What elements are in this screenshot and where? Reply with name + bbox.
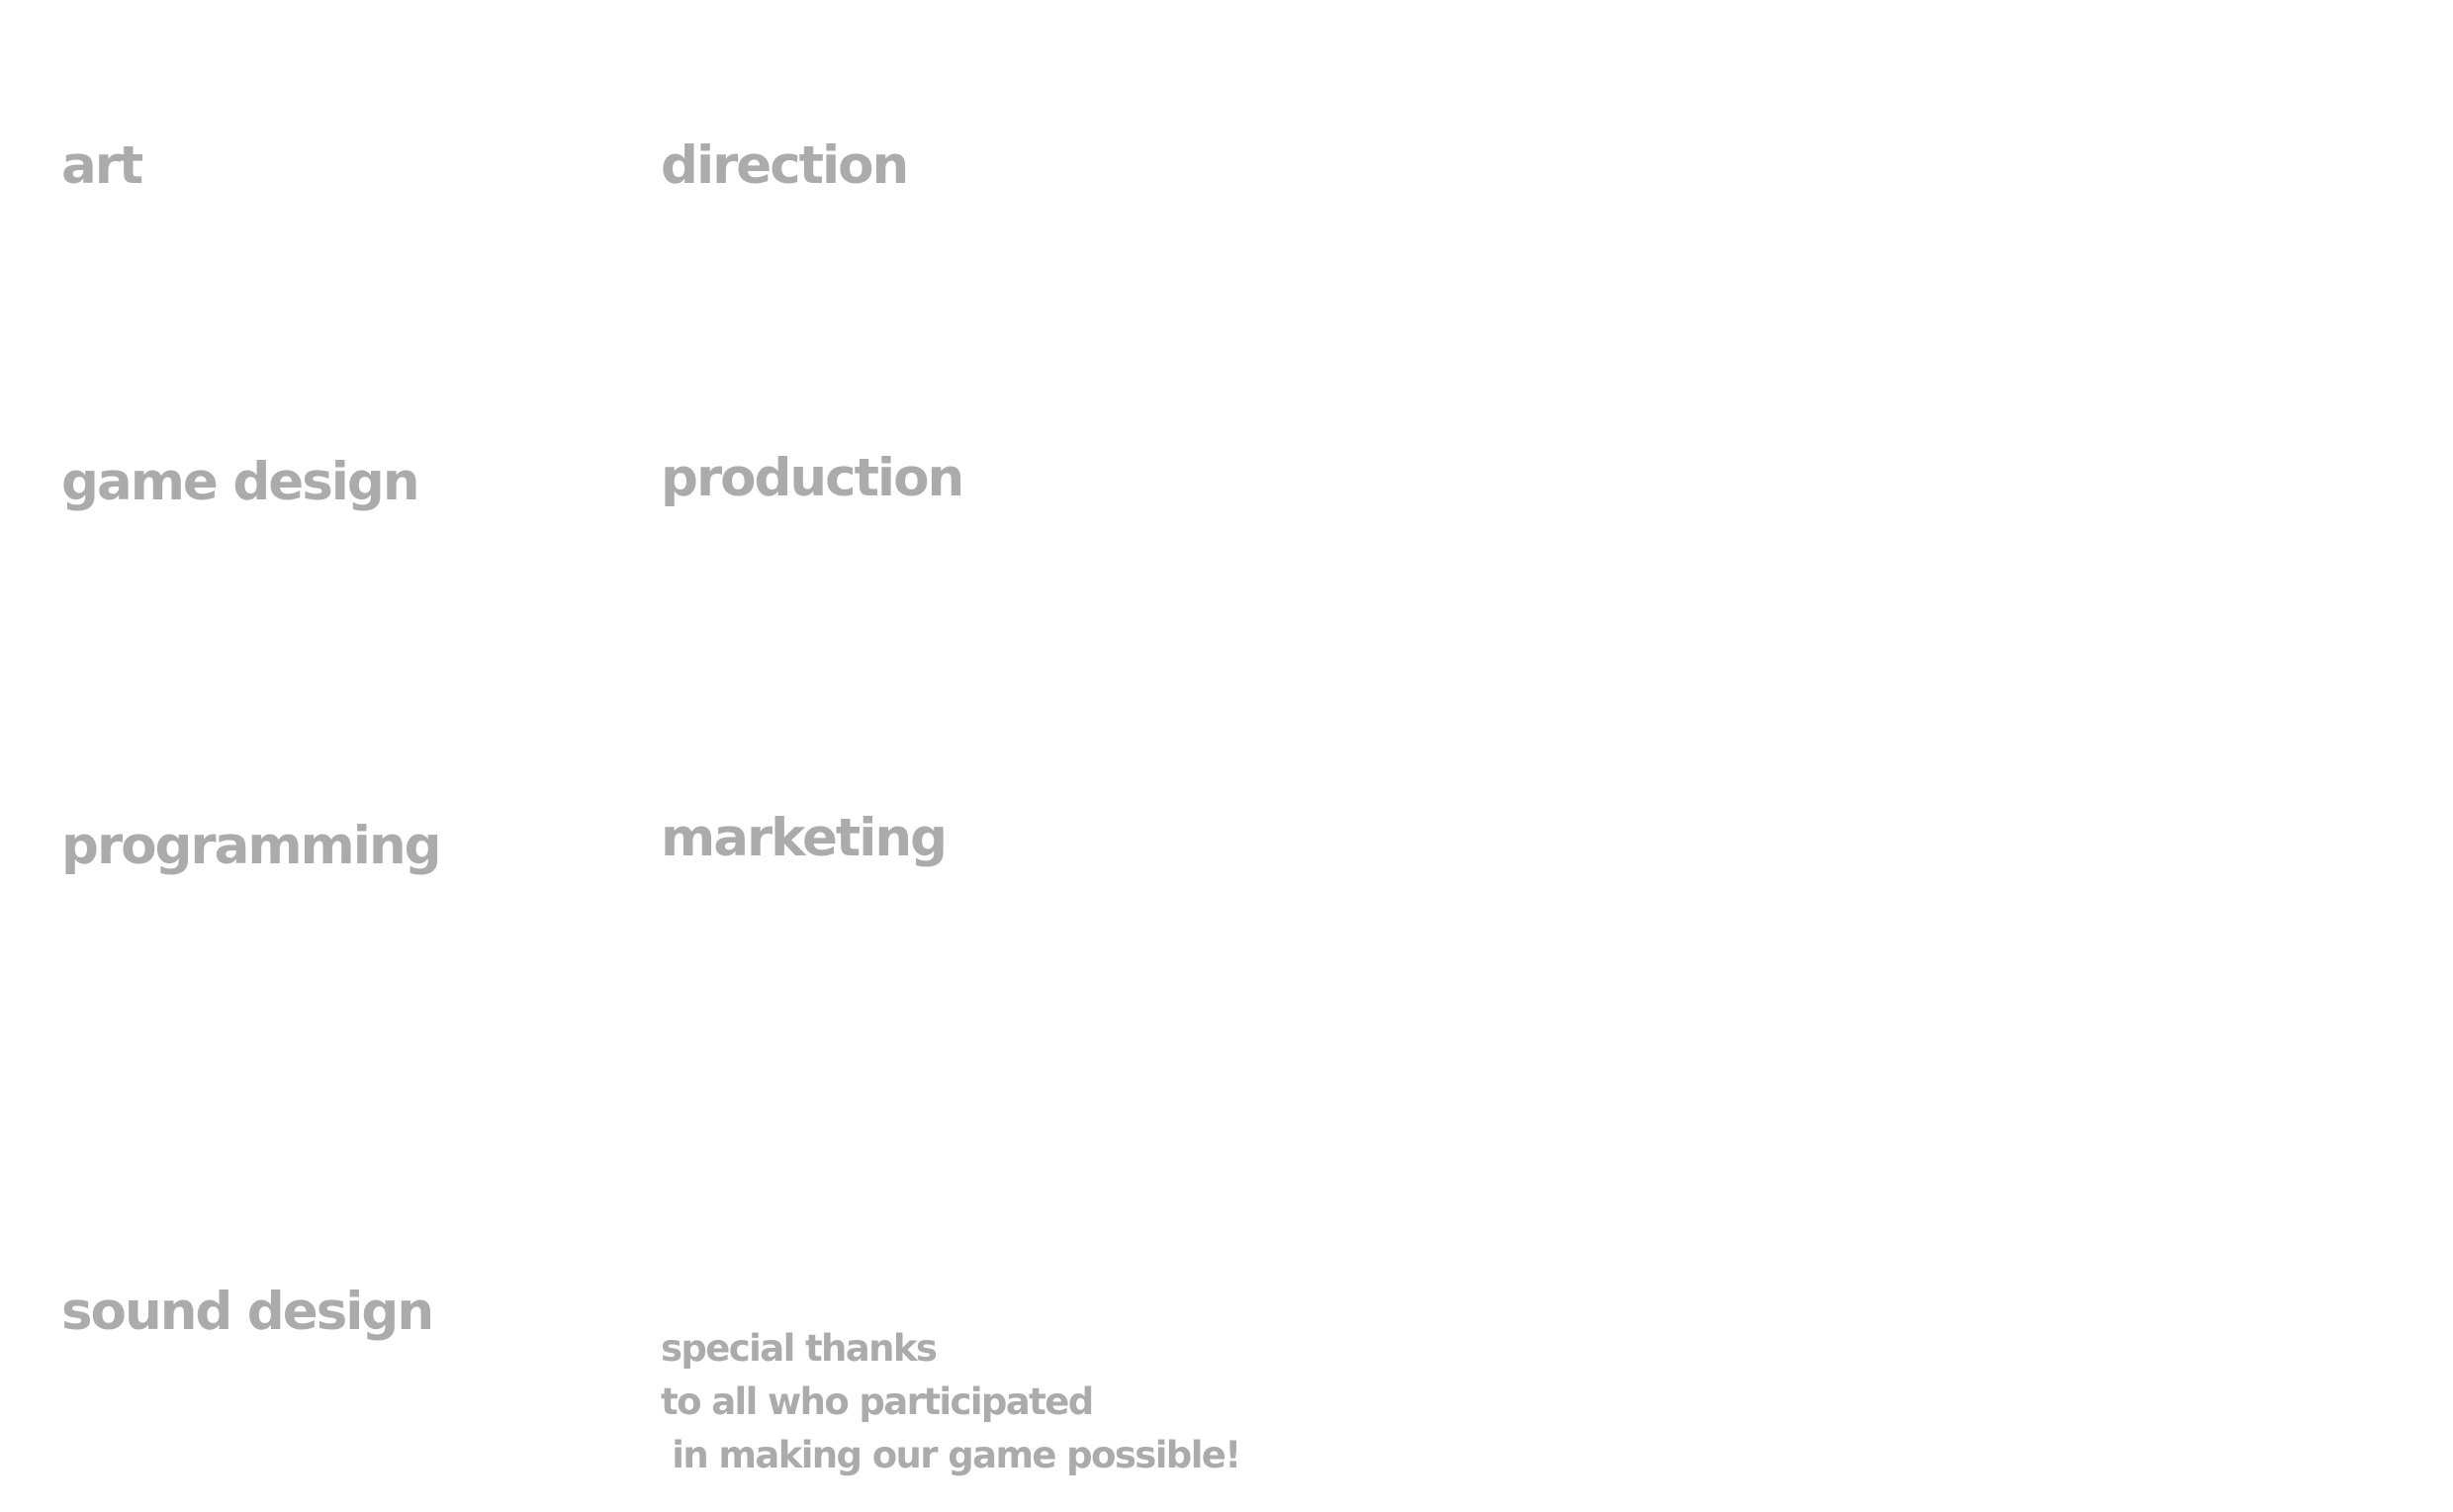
- section-heading-direction: direction: [661, 135, 909, 196]
- special-thanks-line: in making our game possible!: [661, 1434, 1241, 1476]
- section-heading-production: production: [661, 448, 964, 508]
- special-thanks-line: to all who participated: [661, 1380, 1094, 1423]
- section-heading-sound-design: sound design: [61, 1282, 434, 1342]
- special-thanks-line: special thanks: [661, 1327, 938, 1370]
- special-thanks-note: special thanks to all who participated i…: [661, 1322, 1241, 1482]
- section-heading-programming: programming: [61, 816, 442, 876]
- section-heading-art: art: [61, 135, 143, 196]
- section-heading-marketing: marketing: [661, 808, 948, 868]
- credits-page: art direction game design production pro…: [0, 0, 2453, 1512]
- section-heading-game-design: game design: [61, 452, 420, 512]
